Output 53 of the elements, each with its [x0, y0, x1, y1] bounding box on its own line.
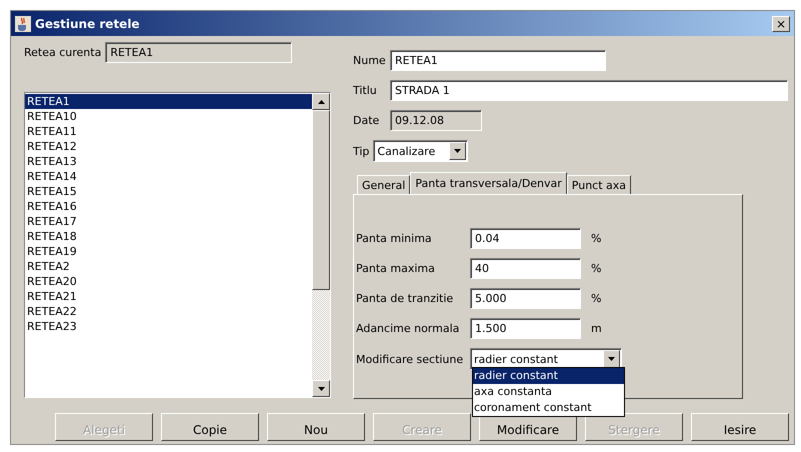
network-item[interactable]: RETEA22	[25, 304, 312, 319]
type-dropdown[interactable]: Canalizare	[373, 140, 468, 162]
network-item[interactable]: RETEA11	[25, 124, 312, 139]
field-label: Panta de tranzitie	[356, 292, 454, 305]
unit-label: %	[591, 292, 602, 305]
network-item[interactable]: RETEA19	[25, 244, 312, 259]
network-item[interactable]: RETEA14	[25, 169, 312, 184]
field-label: Retea curenta	[24, 46, 102, 59]
down-arrow-icon	[318, 386, 324, 390]
field-label: Tip	[353, 144, 370, 158]
network-item[interactable]: RETEA15	[25, 184, 312, 199]
field-label: Date	[353, 114, 380, 127]
field-label: Panta minima	[356, 232, 433, 245]
input-field[interactable]: 40	[470, 258, 581, 279]
scrollbar[interactable]	[312, 93, 330, 397]
network-item[interactable]: RETEA23	[25, 319, 312, 334]
network-item[interactable]: RETEA16	[25, 199, 312, 214]
window-title: Gestiune retele	[35, 16, 141, 30]
unit-label: m	[591, 322, 602, 335]
down-arrow-icon	[608, 357, 615, 361]
network-item[interactable]: RETEA2	[25, 259, 312, 274]
coffee-cup-icon	[15, 16, 31, 32]
dialog-button[interactable]: Nou	[267, 413, 365, 441]
down-arrow-icon	[454, 149, 462, 153]
network-item[interactable]: RETEA13	[25, 154, 312, 169]
network-item[interactable]: RETEA10	[25, 109, 312, 124]
network-item[interactable]: RETEA18	[25, 229, 312, 244]
field-label: Panta maxima	[356, 262, 436, 275]
network-item[interactable]: RETEA21	[25, 289, 312, 304]
dropdown-option[interactable]: radier constant	[473, 368, 624, 384]
tab[interactable]: Punct axa	[566, 175, 632, 194]
input-field[interactable]: 0.04	[470, 228, 581, 249]
network-item[interactable]: RETEA20	[25, 274, 312, 289]
close-button[interactable]: ×	[772, 16, 790, 32]
input-field[interactable]: 1.500	[470, 318, 581, 339]
field-label: Titlu	[353, 84, 378, 97]
field-label: Nume	[353, 54, 384, 67]
input-field[interactable]: RETEA1	[390, 50, 606, 71]
input-field[interactable]: 5.000	[470, 288, 581, 309]
field-label: Adancime normala	[356, 322, 460, 335]
tab[interactable]: Panta transversala/Denvar	[410, 172, 567, 194]
dialog-button[interactable]: Copie	[161, 413, 259, 441]
tab[interactable]: General	[357, 175, 410, 194]
unit-label: %	[591, 232, 602, 245]
up-arrow-icon	[318, 100, 324, 104]
network-item[interactable]: RETEA1	[25, 94, 312, 109]
network-item[interactable]: RETEA17	[25, 214, 312, 229]
dialog-button[interactable]: Iesire	[691, 413, 789, 441]
current-network-field: RETEA1	[105, 42, 292, 63]
input-field[interactable]: STRADA 1	[390, 80, 788, 101]
field-label: Modificare sectiune	[356, 352, 464, 366]
unit-label: %	[591, 262, 602, 275]
network-item[interactable]: RETEA12	[25, 139, 312, 154]
